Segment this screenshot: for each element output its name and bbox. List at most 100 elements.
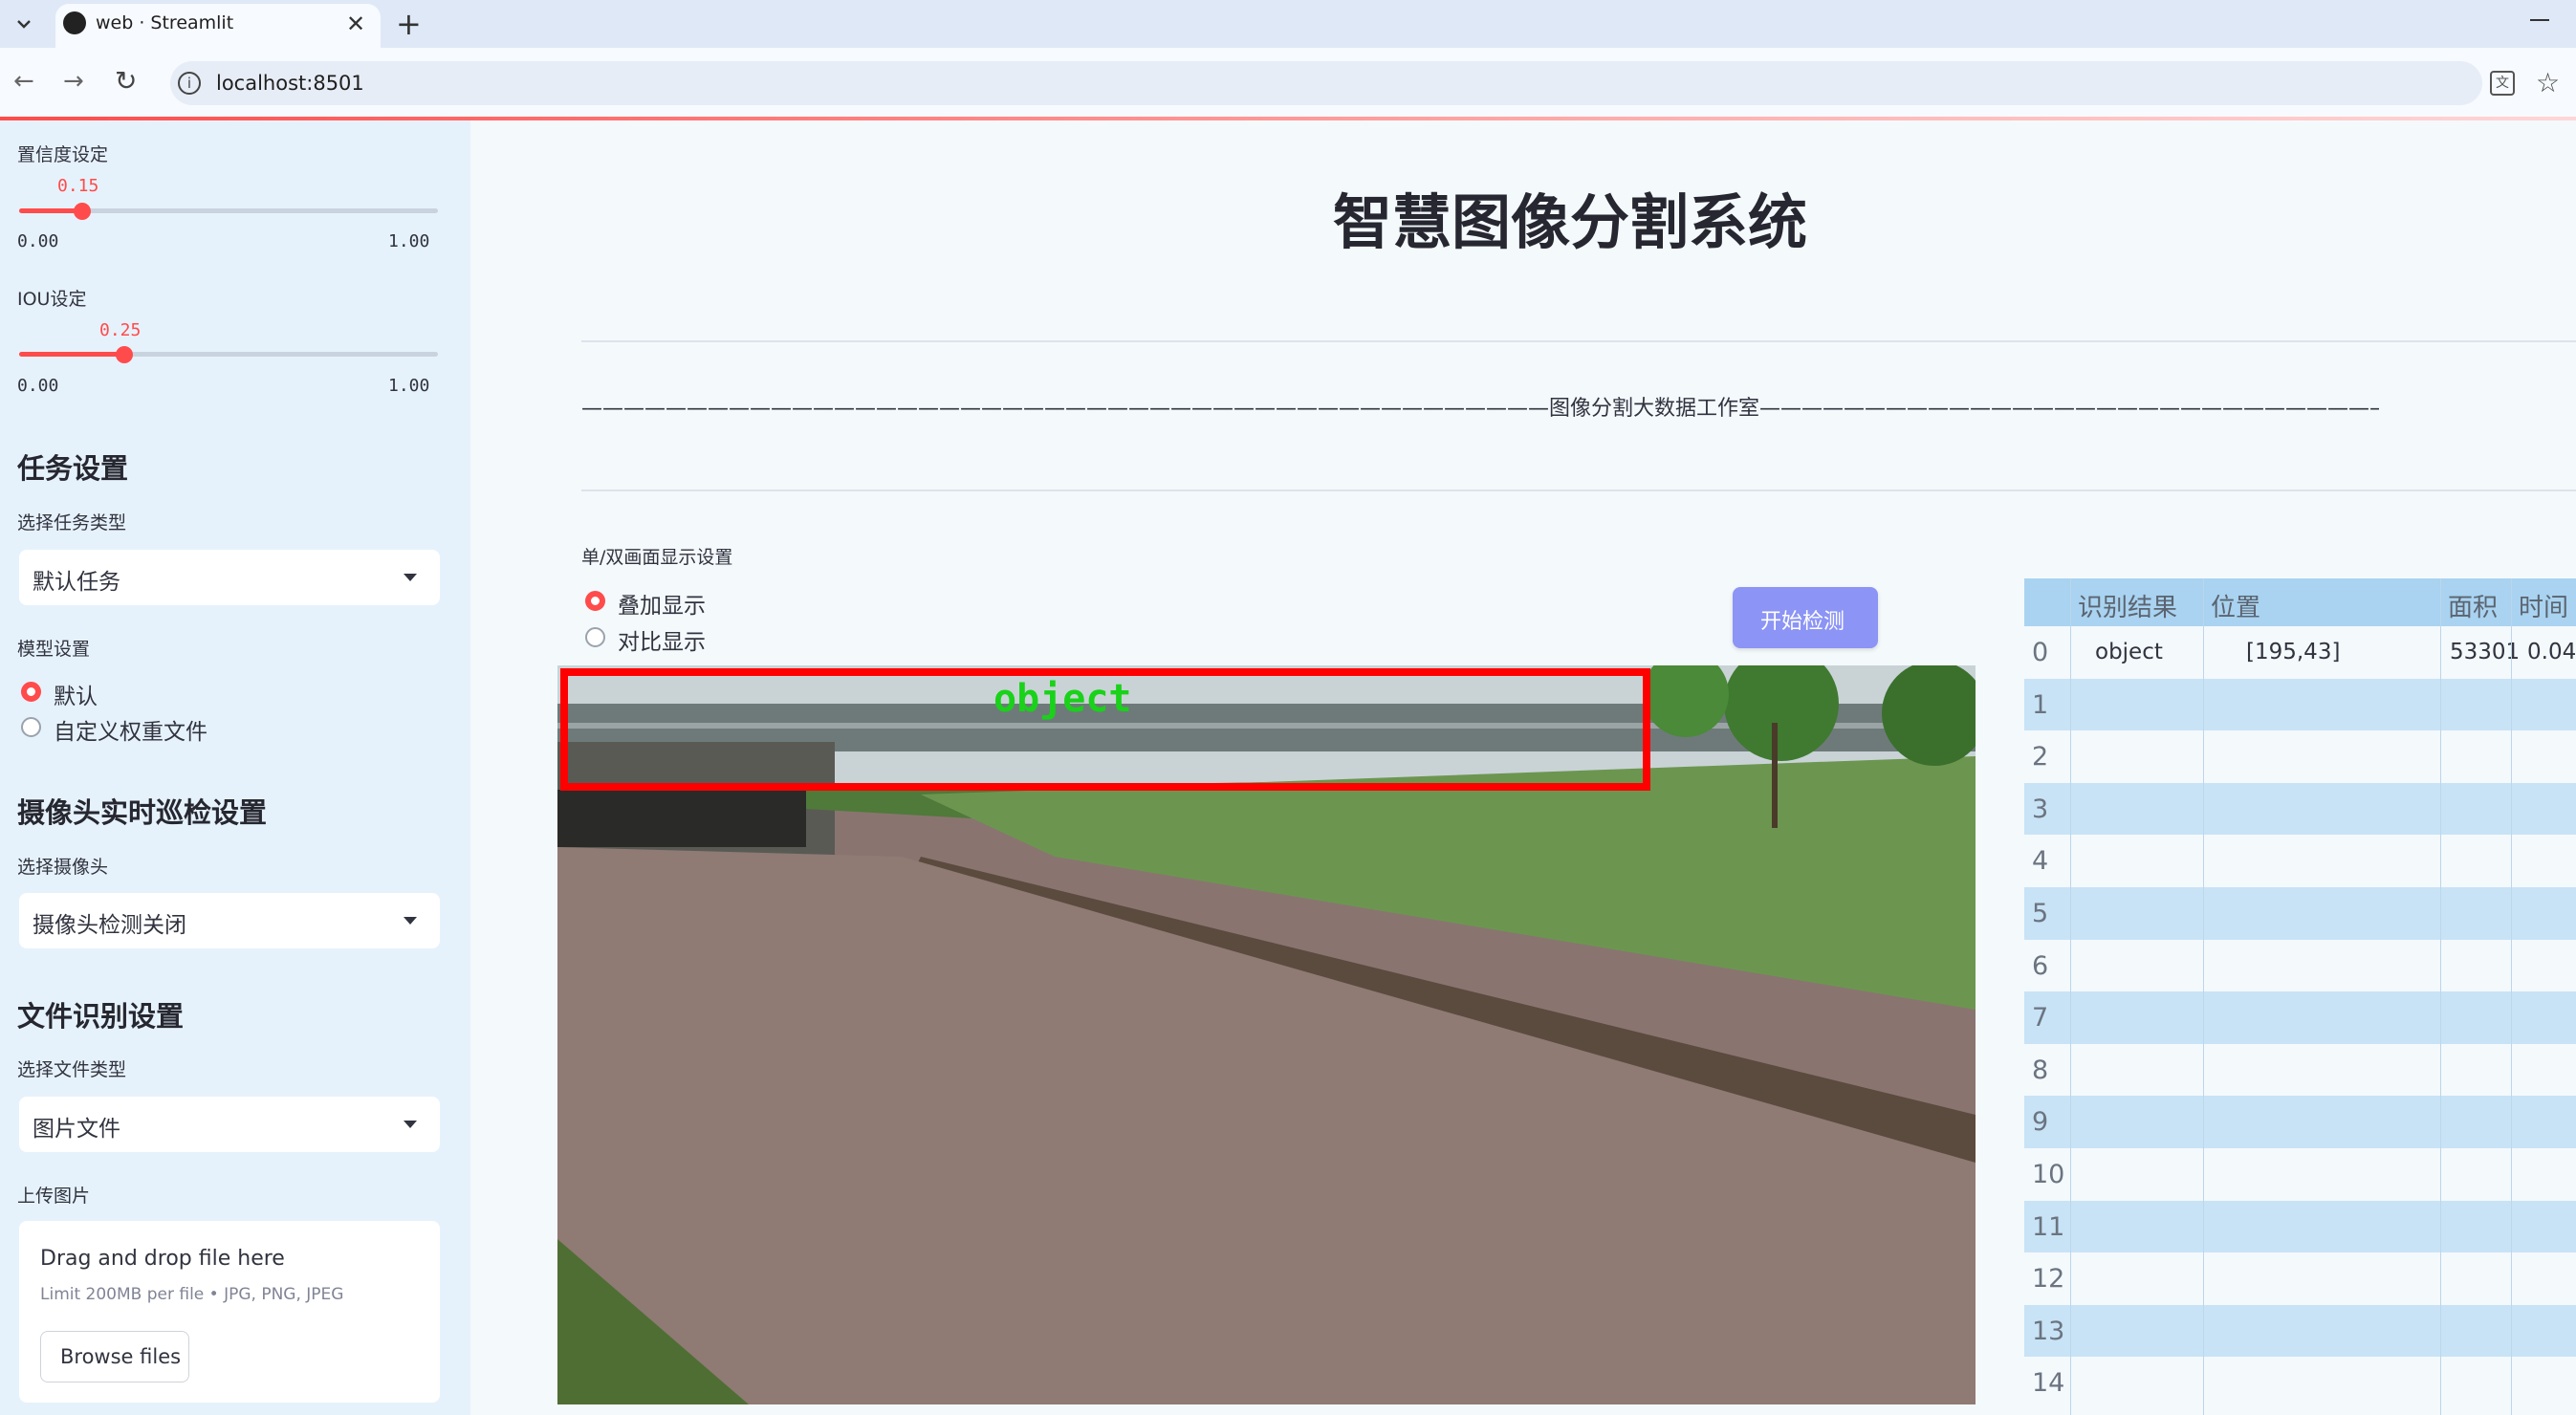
start-detection-button[interactable]: 开始检测	[1733, 587, 1878, 648]
table-col-divider	[2070, 578, 2071, 1415]
file-type-value: 图片文件	[33, 1117, 120, 1142]
row-index: 0	[2032, 638, 2049, 667]
file-section-heading: 文件识别设置	[17, 1000, 185, 1033]
start-detection-label: 开始检测	[1760, 610, 1845, 634]
display-radio-overlay[interactable]	[585, 591, 605, 611]
browse-files-button[interactable]: Browse files	[40, 1331, 189, 1382]
row-index: 4	[2032, 846, 2049, 877]
table-row[interactable]: 5	[2024, 887, 2576, 940]
cell-area: 53301	[2450, 640, 2521, 664]
tab-list-chevron-icon[interactable]	[11, 13, 36, 34]
table-row[interactable]: 9	[2024, 1096, 2576, 1148]
table-row[interactable]: 8	[2024, 1043, 2576, 1097]
page-title: 智慧图像分割系统	[1333, 187, 1808, 257]
studio-divider-text: ————————————————————————————————————————…	[581, 397, 2379, 421]
header-result[interactable]: 识别结果	[2078, 588, 2177, 623]
iou-slider-thumb[interactable]	[116, 346, 133, 363]
table-row[interactable]: 12	[2024, 1252, 2576, 1305]
results-table[interactable]: 识别结果 位置 面积 时间 0 object [195,43] 53301 0.04 1 2…	[2024, 578, 2576, 1415]
close-tab-icon[interactable]: ✕	[346, 11, 365, 37]
table-row[interactable]: 10	[2024, 1148, 2576, 1201]
file-type-select[interactable]: 图片文件	[19, 1097, 440, 1152]
iou-max: 1.00	[388, 376, 430, 396]
divider-top	[581, 340, 2576, 342]
table-row[interactable]: 1	[2024, 678, 2576, 731]
dropzone-limit: Limit 200MB per file • JPG, PNG, JPEG	[40, 1285, 344, 1304]
table-row[interactable]: 7	[2024, 991, 2576, 1044]
confidence-max: 1.00	[388, 231, 430, 251]
row-index: 1	[2032, 689, 2049, 720]
bookmark-star-icon[interactable]: ☆	[2536, 67, 2560, 98]
minimize-icon[interactable]	[2530, 19, 2549, 21]
back-icon[interactable]: ←	[13, 67, 34, 96]
upload-label: 上传图片	[17, 1186, 91, 1207]
cell-result: object	[2095, 640, 2163, 664]
header-position[interactable]: 位置	[2211, 588, 2260, 623]
file-type-label: 选择文件类型	[17, 1059, 127, 1080]
confidence-value: 0.15	[57, 176, 99, 196]
confidence-slider[interactable]	[19, 201, 438, 222]
tab-title: web · Streamlit	[96, 12, 234, 33]
model-radio-custom[interactable]	[21, 717, 41, 737]
dropzone-text: Drag and drop file here	[40, 1247, 285, 1271]
url-text[interactable]: localhost:8501	[216, 72, 364, 95]
camera-value: 摄像头检测关闭	[33, 913, 186, 938]
streamlit-favicon-icon	[63, 11, 86, 34]
camera-section-heading: 摄像头实时巡检设置	[17, 796, 268, 829]
iou-value: 0.25	[99, 320, 142, 340]
row-index: 7	[2032, 1003, 2049, 1034]
row-index: 8	[2032, 1055, 2049, 1085]
camera-label: 选择摄像头	[17, 857, 109, 878]
table-row[interactable]: 14	[2024, 1357, 2576, 1409]
task-type-value: 默认任务	[33, 570, 120, 595]
site-info-icon[interactable]: i	[178, 72, 201, 95]
translate-icon[interactable]: 文	[2490, 71, 2515, 96]
table-row[interactable]: 11	[2024, 1200, 2576, 1253]
display-option-overlay[interactable]: 叠加显示	[618, 587, 706, 620]
table-row[interactable]: 3	[2024, 782, 2576, 836]
file-dropzone[interactable]: Drag and drop file here Limit 200MB per …	[19, 1221, 440, 1403]
table-row[interactable]: 0 object [195,43] 53301 0.04	[2024, 626, 2576, 679]
model-radio-default[interactable]	[21, 682, 41, 702]
reload-icon[interactable]: ↻	[115, 65, 137, 97]
camera-select[interactable]: 摄像头检测关闭	[19, 893, 440, 948]
table-row[interactable]: 6	[2024, 939, 2576, 992]
iou-slider[interactable]	[19, 344, 438, 365]
confidence-min: 0.00	[17, 231, 59, 251]
table-row[interactable]: 13	[2024, 1304, 2576, 1358]
row-index: 13	[2032, 1316, 2065, 1346]
browse-files-label: Browse files	[60, 1345, 182, 1368]
header-area[interactable]: 面积	[2448, 588, 2498, 623]
table-header-row: 识别结果 位置 面积 时间	[2024, 578, 2576, 626]
row-index: 11	[2032, 1211, 2065, 1242]
table-row[interactable]: 4	[2024, 835, 2576, 887]
row-index: 2	[2032, 742, 2049, 773]
row-index: 9	[2032, 1107, 2049, 1138]
row-index: 3	[2032, 794, 2049, 824]
row-index: 14	[2032, 1368, 2065, 1399]
cell-time: 0.04	[2527, 640, 2576, 664]
task-section-heading: 任务设置	[17, 452, 129, 485]
table-col-divider	[2511, 578, 2512, 1415]
chevron-down-icon	[404, 917, 417, 925]
table-row[interactable]: 2	[2024, 730, 2576, 783]
forward-icon[interactable]: →	[63, 67, 84, 96]
confidence-slider-thumb[interactable]	[74, 203, 91, 220]
header-time[interactable]: 时间	[2519, 588, 2568, 623]
display-radio-compare[interactable]	[585, 627, 605, 647]
new-tab-icon[interactable]: +	[396, 6, 422, 42]
row-index: 10	[2032, 1160, 2065, 1189]
table-col-divider	[2440, 578, 2441, 1415]
task-type-select[interactable]: 默认任务	[19, 550, 440, 605]
detection-box-label: object	[993, 677, 1132, 721]
table-col-divider	[2203, 578, 2204, 1415]
row-index: 6	[2032, 950, 2049, 981]
display-option-compare[interactable]: 对比显示	[618, 623, 706, 656]
divider-bottom	[581, 490, 2576, 491]
task-type-label: 选择任务类型	[17, 512, 127, 533]
address-bar[interactable]	[170, 61, 2482, 105]
model-option-custom[interactable]: 自定义权重文件	[54, 713, 207, 746]
model-option-default[interactable]: 默认	[54, 678, 98, 710]
confidence-label: 置信度设定	[17, 144, 109, 165]
row-index: 12	[2032, 1264, 2065, 1295]
